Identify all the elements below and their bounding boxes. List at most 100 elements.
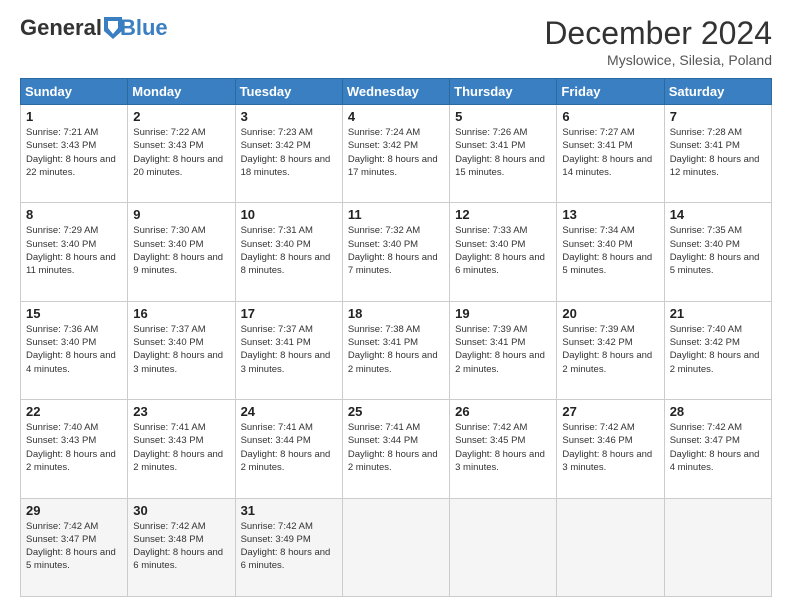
day-info: Sunrise: 7:42 AM Sunset: 3:46 PM Dayligh… [562, 421, 658, 474]
daylight: Daylight: 8 hours and 6 minutes. [133, 547, 223, 571]
sunrise: Sunrise: 7:41 AM [133, 422, 205, 433]
empty-cell [450, 498, 557, 596]
sunrise: Sunrise: 7:37 AM [241, 324, 313, 335]
day-number: 20 [562, 306, 658, 321]
sunrise: Sunrise: 7:39 AM [562, 324, 634, 335]
list-item: 5 Sunrise: 7:26 AM Sunset: 3:41 PM Dayli… [450, 105, 557, 203]
daylight: Daylight: 8 hours and 3 minutes. [455, 449, 545, 473]
sunset: Sunset: 3:40 PM [26, 337, 96, 348]
day-number: 23 [133, 404, 229, 419]
day-number: 22 [26, 404, 122, 419]
day-number: 6 [562, 109, 658, 124]
day-number: 26 [455, 404, 551, 419]
list-item: 10 Sunrise: 7:31 AM Sunset: 3:40 PM Dayl… [235, 203, 342, 301]
sunset: Sunset: 3:42 PM [670, 337, 740, 348]
list-item: 22 Sunrise: 7:40 AM Sunset: 3:43 PM Dayl… [21, 400, 128, 498]
sunset: Sunset: 3:41 PM [670, 140, 740, 151]
day-info: Sunrise: 7:22 AM Sunset: 3:43 PM Dayligh… [133, 126, 229, 179]
day-info: Sunrise: 7:42 AM Sunset: 3:47 PM Dayligh… [26, 520, 122, 573]
col-monday: Monday [128, 79, 235, 105]
daylight: Daylight: 8 hours and 5 minutes. [26, 547, 116, 571]
sunset: Sunset: 3:40 PM [455, 239, 525, 250]
daylight: Daylight: 8 hours and 3 minutes. [562, 449, 652, 473]
day-info: Sunrise: 7:42 AM Sunset: 3:48 PM Dayligh… [133, 520, 229, 573]
list-item: 9 Sunrise: 7:30 AM Sunset: 3:40 PM Dayli… [128, 203, 235, 301]
sunrise: Sunrise: 7:42 AM [26, 521, 98, 532]
list-item: 31 Sunrise: 7:42 AM Sunset: 3:49 PM Dayl… [235, 498, 342, 596]
daylight: Daylight: 8 hours and 17 minutes. [348, 154, 438, 178]
day-info: Sunrise: 7:34 AM Sunset: 3:40 PM Dayligh… [562, 224, 658, 277]
day-info: Sunrise: 7:23 AM Sunset: 3:42 PM Dayligh… [241, 126, 337, 179]
col-friday: Friday [557, 79, 664, 105]
day-info: Sunrise: 7:24 AM Sunset: 3:42 PM Dayligh… [348, 126, 444, 179]
sunrise: Sunrise: 7:34 AM [562, 225, 634, 236]
calendar: Sunday Monday Tuesday Wednesday Thursday… [20, 78, 772, 597]
day-number: 9 [133, 207, 229, 222]
sunrise: Sunrise: 7:39 AM [455, 324, 527, 335]
sunrise: Sunrise: 7:42 AM [133, 521, 205, 532]
daylight: Daylight: 8 hours and 6 minutes. [455, 252, 545, 276]
daylight: Daylight: 8 hours and 5 minutes. [670, 252, 760, 276]
list-item: 17 Sunrise: 7:37 AM Sunset: 3:41 PM Dayl… [235, 301, 342, 399]
sunset: Sunset: 3:43 PM [26, 435, 96, 446]
sunrise: Sunrise: 7:42 AM [670, 422, 742, 433]
table-row: 1 Sunrise: 7:21 AM Sunset: 3:43 PM Dayli… [21, 105, 772, 203]
logo: General Blue [20, 15, 168, 41]
day-info: Sunrise: 7:33 AM Sunset: 3:40 PM Dayligh… [455, 224, 551, 277]
col-saturday: Saturday [664, 79, 771, 105]
list-item: 6 Sunrise: 7:27 AM Sunset: 3:41 PM Dayli… [557, 105, 664, 203]
sunrise: Sunrise: 7:42 AM [562, 422, 634, 433]
list-item: 8 Sunrise: 7:29 AM Sunset: 3:40 PM Dayli… [21, 203, 128, 301]
sunset: Sunset: 3:40 PM [241, 239, 311, 250]
day-number: 15 [26, 306, 122, 321]
list-item: 30 Sunrise: 7:42 AM Sunset: 3:48 PM Dayl… [128, 498, 235, 596]
sunrise: Sunrise: 7:40 AM [26, 422, 98, 433]
sunrise: Sunrise: 7:42 AM [455, 422, 527, 433]
day-info: Sunrise: 7:27 AM Sunset: 3:41 PM Dayligh… [562, 126, 658, 179]
sunrise: Sunrise: 7:36 AM [26, 324, 98, 335]
col-thursday: Thursday [450, 79, 557, 105]
daylight: Daylight: 8 hours and 12 minutes. [670, 154, 760, 178]
day-info: Sunrise: 7:26 AM Sunset: 3:41 PM Dayligh… [455, 126, 551, 179]
day-number: 17 [241, 306, 337, 321]
sunrise: Sunrise: 7:31 AM [241, 225, 313, 236]
list-item: 1 Sunrise: 7:21 AM Sunset: 3:43 PM Dayli… [21, 105, 128, 203]
daylight: Daylight: 8 hours and 18 minutes. [241, 154, 331, 178]
day-number: 2 [133, 109, 229, 124]
sunset: Sunset: 3:41 PM [455, 140, 525, 151]
daylight: Daylight: 8 hours and 3 minutes. [133, 350, 223, 374]
list-item: 3 Sunrise: 7:23 AM Sunset: 3:42 PM Dayli… [235, 105, 342, 203]
list-item: 14 Sunrise: 7:35 AM Sunset: 3:40 PM Dayl… [664, 203, 771, 301]
sunrise: Sunrise: 7:41 AM [241, 422, 313, 433]
day-number: 5 [455, 109, 551, 124]
table-row: 8 Sunrise: 7:29 AM Sunset: 3:40 PM Dayli… [21, 203, 772, 301]
daylight: Daylight: 8 hours and 2 minutes. [133, 449, 223, 473]
list-item: 29 Sunrise: 7:42 AM Sunset: 3:47 PM Dayl… [21, 498, 128, 596]
sunset: Sunset: 3:40 PM [670, 239, 740, 250]
day-info: Sunrise: 7:28 AM Sunset: 3:41 PM Dayligh… [670, 126, 766, 179]
day-info: Sunrise: 7:36 AM Sunset: 3:40 PM Dayligh… [26, 323, 122, 376]
list-item: 27 Sunrise: 7:42 AM Sunset: 3:46 PM Dayl… [557, 400, 664, 498]
sunrise: Sunrise: 7:22 AM [133, 127, 205, 138]
list-item: 21 Sunrise: 7:40 AM Sunset: 3:42 PM Dayl… [664, 301, 771, 399]
day-number: 18 [348, 306, 444, 321]
sunset: Sunset: 3:42 PM [348, 140, 418, 151]
daylight: Daylight: 8 hours and 5 minutes. [562, 252, 652, 276]
sunrise: Sunrise: 7:28 AM [670, 127, 742, 138]
sunset: Sunset: 3:42 PM [562, 337, 632, 348]
sunset: Sunset: 3:40 PM [348, 239, 418, 250]
sunset: Sunset: 3:40 PM [562, 239, 632, 250]
list-item: 20 Sunrise: 7:39 AM Sunset: 3:42 PM Dayl… [557, 301, 664, 399]
list-item: 25 Sunrise: 7:41 AM Sunset: 3:44 PM Dayl… [342, 400, 449, 498]
sunset: Sunset: 3:40 PM [26, 239, 96, 250]
day-number: 7 [670, 109, 766, 124]
col-tuesday: Tuesday [235, 79, 342, 105]
daylight: Daylight: 8 hours and 2 minutes. [455, 350, 545, 374]
list-item: 13 Sunrise: 7:34 AM Sunset: 3:40 PM Dayl… [557, 203, 664, 301]
day-info: Sunrise: 7:30 AM Sunset: 3:40 PM Dayligh… [133, 224, 229, 277]
daylight: Daylight: 8 hours and 2 minutes. [348, 449, 438, 473]
sunrise: Sunrise: 7:35 AM [670, 225, 742, 236]
day-info: Sunrise: 7:42 AM Sunset: 3:45 PM Dayligh… [455, 421, 551, 474]
daylight: Daylight: 8 hours and 2 minutes. [670, 350, 760, 374]
list-item: 2 Sunrise: 7:22 AM Sunset: 3:43 PM Dayli… [128, 105, 235, 203]
